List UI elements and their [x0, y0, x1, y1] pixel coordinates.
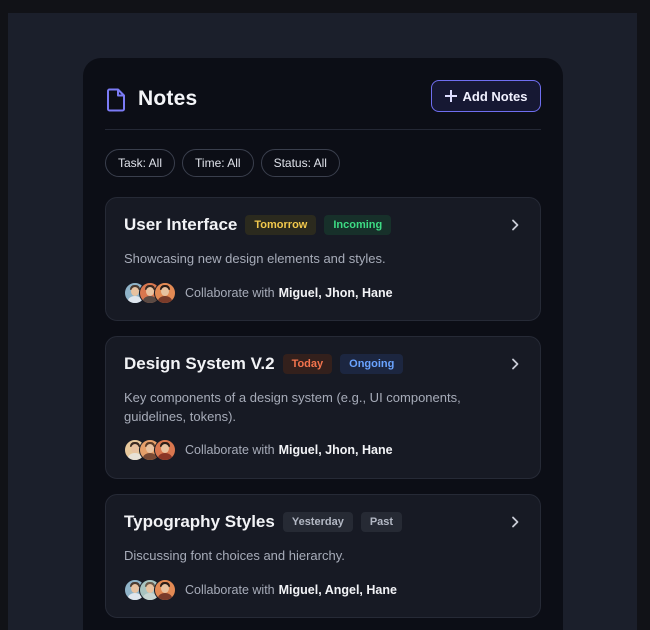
chevron-right-icon[interactable]: [510, 358, 520, 370]
avatar: [154, 439, 176, 461]
note-card-design-system[interactable]: Design System V.2 Today Ongoing Key comp…: [105, 336, 541, 479]
collaborators-row: Collaborate with Miguel, Jhon, Hane: [124, 439, 393, 461]
note-description: Discussing font choices and hierarchy.: [124, 548, 345, 563]
filter-task[interactable]: Task: All: [105, 149, 176, 177]
note-card-header: Typography Styles Yesterday Past: [124, 512, 403, 532]
time-tag: Yesterday: [282, 512, 353, 532]
note-description: Key components of a design system (e.g.,…: [124, 390, 461, 424]
filter-bar: Task: All Time: All Status: All: [105, 149, 340, 177]
collab-names: Miguel, Angel, Hane: [278, 583, 397, 597]
status-tag: Past: [360, 512, 403, 532]
filter-time[interactable]: Time: All: [182, 149, 254, 177]
time-tag: Today: [282, 354, 333, 374]
collaborators-row: Collaborate with Miguel, Angel, Hane: [124, 579, 397, 601]
status-tag: Incoming: [324, 215, 392, 235]
header-divider: [105, 129, 541, 130]
note-description: Showcasing new design elements and style…: [124, 251, 386, 266]
document-icon: [107, 88, 125, 112]
notes-panel: Notes Add Notes Task: All Time: All Stat…: [83, 58, 563, 630]
note-card-typography-styles[interactable]: Typography Styles Yesterday Past Discuss…: [105, 494, 541, 618]
avatar: [154, 282, 176, 304]
add-notes-button[interactable]: Add Notes: [431, 80, 541, 112]
chevron-right-icon[interactable]: [510, 516, 520, 528]
collab-prefix: Collaborate with: [185, 286, 275, 300]
note-card-header: User Interface Tomorrow Incoming: [124, 215, 392, 235]
collab-names: Miguel, Jhon, Hane: [278, 286, 393, 300]
avatar-group: [124, 579, 176, 601]
note-card-user-interface[interactable]: User Interface Tomorrow Incoming Showcas…: [105, 197, 541, 321]
collab-names: Miguel, Jhon, Hane: [278, 443, 393, 457]
app-frame: Notes Add Notes Task: All Time: All Stat…: [8, 13, 637, 630]
plus-icon: [444, 90, 457, 102]
note-title: User Interface: [124, 215, 238, 234]
note-title: Design System V.2: [124, 354, 275, 373]
note-title: Typography Styles: [124, 512, 275, 531]
status-tag: Ongoing: [340, 354, 404, 374]
avatar-group: [124, 439, 176, 461]
collab-prefix: Collaborate with: [185, 443, 275, 457]
note-card-header: Design System V.2 Today Ongoing: [124, 354, 404, 374]
collab-prefix: Collaborate with: [185, 583, 275, 597]
add-notes-label: Add Notes: [462, 88, 528, 104]
filter-status[interactable]: Status: All: [260, 149, 340, 177]
avatar: [154, 579, 176, 601]
chevron-right-icon[interactable]: [510, 219, 520, 231]
notes-header: Notes Add Notes: [105, 80, 541, 120]
time-tag: Tomorrow: [245, 215, 317, 235]
collaborators-row: Collaborate with Miguel, Jhon, Hane: [124, 282, 393, 304]
avatar-group: [124, 282, 176, 304]
page-title: Notes: [138, 87, 198, 110]
